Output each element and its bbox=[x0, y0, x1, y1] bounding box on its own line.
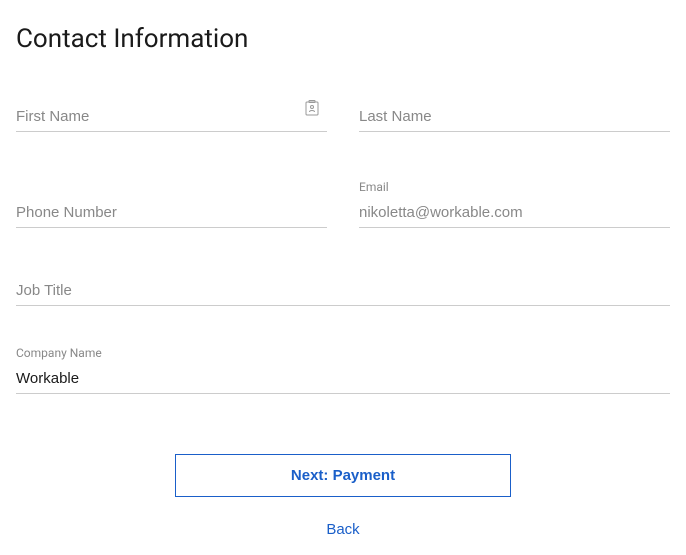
job-title-field-wrapper bbox=[16, 276, 670, 306]
next-payment-button[interactable]: Next: Payment bbox=[175, 454, 511, 497]
phone-field-wrapper bbox=[16, 180, 327, 228]
job-title-input[interactable] bbox=[16, 276, 670, 306]
company-name-label: Company Name bbox=[16, 346, 670, 360]
phone-input[interactable] bbox=[16, 198, 327, 228]
email-field-wrapper: Email bbox=[359, 180, 670, 228]
company-name-field-wrapper: Company Name bbox=[16, 346, 670, 394]
last-name-field-wrapper bbox=[359, 102, 670, 132]
company-name-input[interactable] bbox=[16, 364, 670, 394]
first-name-field-wrapper bbox=[16, 102, 327, 132]
last-name-input[interactable] bbox=[359, 102, 670, 132]
email-label: Email bbox=[359, 180, 670, 194]
back-button[interactable]: Back bbox=[326, 521, 359, 538]
page-title: Contact Information bbox=[16, 24, 670, 54]
first-name-input[interactable] bbox=[16, 102, 327, 132]
email-input[interactable] bbox=[359, 198, 670, 228]
contact-card-icon bbox=[305, 100, 319, 116]
